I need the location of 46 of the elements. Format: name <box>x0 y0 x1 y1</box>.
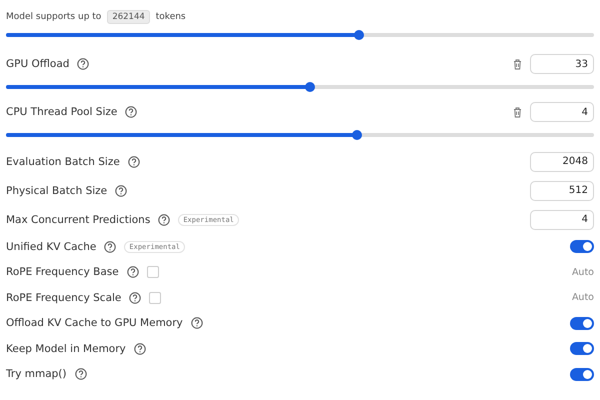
help-icon[interactable] <box>115 184 128 196</box>
setting-label: RoPE Frequency Scale <box>6 292 122 304</box>
setting-label: RoPE Frequency Base <box>6 266 119 278</box>
setting-label: Offload KV Cache to GPU Memory <box>6 317 183 330</box>
help-icon[interactable] <box>158 214 170 226</box>
toggle-switch[interactable] <box>570 240 594 254</box>
help-icon[interactable] <box>74 368 86 380</box>
help-icon[interactable] <box>134 342 146 355</box>
auto-value: Auto <box>572 292 594 304</box>
help-icon[interactable] <box>128 156 140 168</box>
toggle-switch[interactable] <box>570 316 594 330</box>
setting-label: Evaluation Batch Size <box>6 156 120 168</box>
value-field[interactable]: 512 <box>530 180 594 200</box>
setting-label: Keep Model in Memory <box>6 342 126 355</box>
note-text: Model supports up to <box>6 12 102 22</box>
trash-icon[interactable] <box>513 106 522 118</box>
slider-track[interactable] <box>6 133 594 137</box>
auto-value: Auto <box>572 266 594 278</box>
slider-thumb[interactable] <box>304 82 315 92</box>
trash-icon[interactable] <box>513 58 522 70</box>
help-icon[interactable] <box>104 240 116 253</box>
help-icon[interactable] <box>190 317 203 330</box>
setting-label: CPU Thread Pool Size <box>6 106 118 118</box>
checkbox[interactable] <box>146 266 159 278</box>
toggle-switch[interactable] <box>570 368 594 381</box>
slider-thumb[interactable] <box>354 30 364 40</box>
help-icon[interactable] <box>129 292 142 304</box>
help-icon[interactable] <box>77 58 90 70</box>
slider-track[interactable] <box>6 85 594 89</box>
token-count: 262144 <box>107 10 150 24</box>
setting-label: Physical Batch Size <box>6 184 108 196</box>
slider-thumb[interactable] <box>352 130 362 140</box>
help-icon[interactable] <box>126 266 139 278</box>
toggle-switch[interactable] <box>570 342 594 356</box>
value-field[interactable]: 33 <box>530 54 594 74</box>
setting-label: Max Concurrent Predictions <box>6 214 150 226</box>
checkbox[interactable] <box>149 292 162 304</box>
setting-label: Unified KV Cache <box>6 240 96 253</box>
value-field[interactable]: 2048 <box>530 152 594 172</box>
note-text: tokens <box>156 12 186 22</box>
setting-label: Try mmap() <box>6 368 66 380</box>
help-icon[interactable] <box>125 106 138 118</box>
slider-track[interactable] <box>6 33 594 37</box>
value-field[interactable]: 4 <box>530 102 594 122</box>
value-field[interactable]: 4 <box>530 210 594 230</box>
setting-label: GPU Offload <box>6 58 70 70</box>
